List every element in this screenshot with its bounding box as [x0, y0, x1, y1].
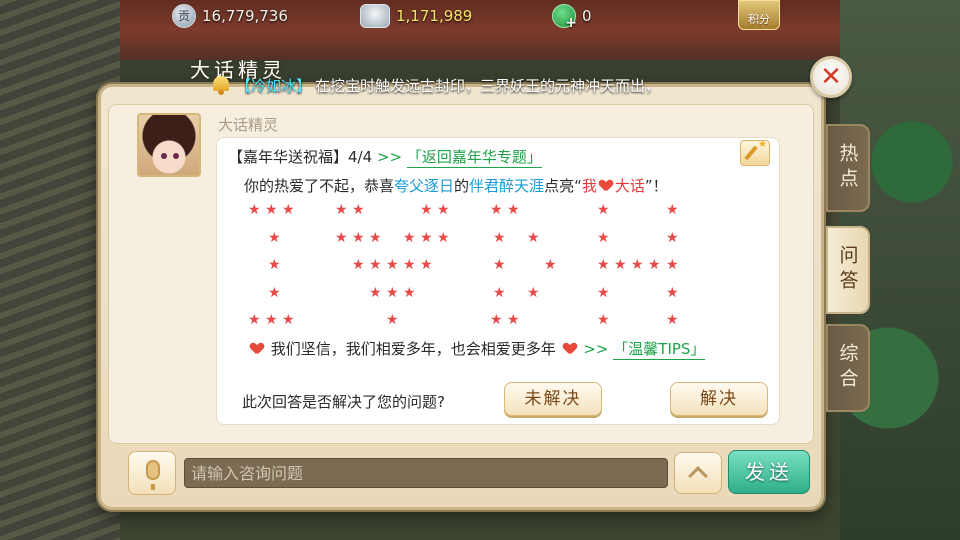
player-name-2: 伴君醉天涯 — [469, 177, 545, 195]
message-closing-line: 我们坚信，我们相爱多年，也会相爱更多年 >> 「温馨TIPS」 — [248, 338, 706, 360]
message-congrats-line: 你的热爱了不起，恭喜夸父逐日的伴君醉天涯点亮“我 大话”！ — [244, 175, 668, 196]
congrats-wo: 我 — [581, 177, 597, 195]
unresolved-button[interactable]: 未解决 — [504, 382, 602, 416]
contribution-coin-icon — [172, 4, 196, 28]
tab-all[interactable]: 综合 — [826, 324, 870, 412]
message-header: 【嘉年华送祝福】4/4 >> 「返回嘉年华专题」 — [228, 146, 542, 168]
chevron-up-icon — [688, 466, 708, 486]
tips-link[interactable]: 「温馨TIPS」 — [613, 340, 706, 360]
silver-value: 1,171,989 — [396, 7, 473, 25]
header-title: 【嘉年华送祝福】4/4 — [228, 148, 373, 166]
congrats-dahua: 大话 — [614, 177, 645, 195]
jade-value: 0 — [582, 7, 592, 25]
contribution-resource: 16,779,736 — [172, 4, 288, 28]
congrats-text: 你的热爱了不起，恭喜 — [244, 177, 395, 195]
player-name-1: 夸父逐日 — [394, 177, 455, 195]
tab-qa[interactable]: 问答 — [826, 226, 870, 314]
announcement-marquee: 【冷如冰】 在挖宝时触发远古封印，三界妖王的元神冲天而出， — [210, 72, 660, 98]
heart-icon — [251, 343, 263, 354]
back-to-carnival-link[interactable]: 「返回嘉年华专题」 — [406, 148, 542, 168]
congrats-text-2: 点亮“ — [544, 177, 582, 195]
closing-text: 我们坚信，我们相爱多年，也会相爱更多年 — [270, 340, 556, 358]
header-arrow: >> — [376, 148, 403, 166]
question-input[interactable] — [184, 458, 668, 488]
tips-arrow: >> — [583, 340, 609, 358]
microphone-icon — [146, 460, 160, 490]
bell-icon — [210, 74, 232, 96]
congrats-connector: 的 — [454, 177, 470, 195]
announcement-player-name: 【冷如冰】 — [236, 76, 312, 95]
expand-button[interactable] — [674, 452, 722, 494]
voice-input-button[interactable] — [128, 451, 176, 495]
jade-resource[interactable]: 0 — [552, 4, 592, 31]
silver-resource[interactable]: 1,171,989 — [360, 4, 472, 28]
sprite-avatar — [137, 113, 201, 177]
resource-bar: 16,779,736 1,171,989 0 积分 — [0, 0, 960, 32]
tab-hot[interactable]: 热点 — [826, 124, 870, 212]
announcement-text: 在挖宝时触发远古封印，三界妖王的元神冲天而出， — [315, 76, 661, 95]
close-icon: ✕ — [820, 62, 842, 92]
contribution-value: 16,779,736 — [202, 7, 288, 25]
resolved-button[interactable]: 解决 — [670, 382, 768, 416]
close-button[interactable]: ✕ — [810, 56, 852, 98]
jade-add-icon — [552, 4, 577, 31]
feedback-question: 此次回答是否解决了您的问题? — [242, 393, 445, 411]
silver-ingot-icon — [360, 4, 390, 28]
edit-note-icon[interactable] — [740, 139, 770, 166]
heart-icon — [600, 180, 612, 191]
send-button[interactable]: 发送 — [728, 450, 810, 494]
heart-icon — [564, 343, 576, 354]
score-button[interactable]: 积分 — [738, 0, 780, 30]
congrats-end: ”！ — [644, 177, 668, 195]
sender-name: 大话精灵 — [218, 116, 279, 134]
